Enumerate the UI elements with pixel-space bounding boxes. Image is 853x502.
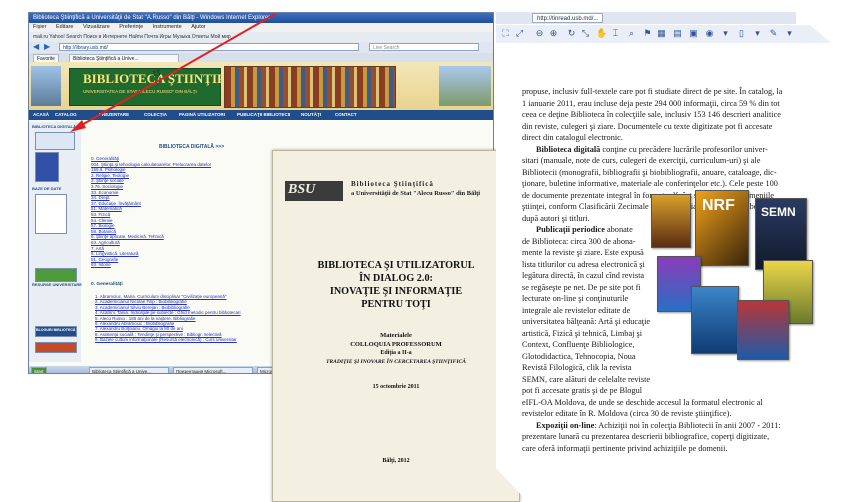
cover-city: Bălţi, 2012 — [382, 458, 410, 464]
pdf-text-line: Glotodidactica, Tehnocopia, Noua — [522, 351, 636, 361]
cover-institution: Biblioteca Ştiinţifică — [351, 180, 434, 188]
pdf-text-line: ceea ce deţine Biblioteca în colecţiile … — [522, 110, 781, 119]
dropdown-icon[interactable]: ▾ — [720, 28, 731, 39]
pdf-paragraph-digital-text: conţine cu precădere lucrările profesori… — [600, 144, 768, 154]
journal-cover — [691, 286, 739, 354]
crop-icon[interactable]: ⛶ — [500, 28, 511, 39]
fit-icon[interactable]: ⤡ — [580, 28, 591, 39]
pdf-text-line: eIFL-OA Moldova, de unde se deschide acc… — [522, 397, 763, 407]
pdf-text-line: mente la reviste şi ziare. Este expusă — [522, 248, 644, 257]
cover-title-line: PENTRU TOŢI — [361, 299, 431, 310]
record-icon[interactable]: ◉ — [704, 28, 715, 39]
zoom-icon[interactable]: ▦ — [656, 28, 667, 39]
pdf-text-line: se regăseşte pe net. De pe site pot fi — [522, 282, 641, 292]
pdf-text-line: ţionare, buletine informative, materiale… — [522, 179, 778, 188]
cover-date: 15 octombrie 2011 — [372, 384, 420, 390]
zoom-in-icon[interactable]: ⊕ — [548, 28, 559, 39]
cover-colloquium: COLLOQUIA PROFESSORUM — [350, 341, 442, 348]
search-icon[interactable]: ⌕ — [626, 28, 637, 39]
pdf-text-line: propuse, inclusiv full-textele care pot … — [522, 87, 783, 96]
pdf-text-line: de Biblioteca: circa 300 de abona- — [522, 236, 636, 246]
pdf-paragraph-exhibitions: Expoziţii on-line: Achiziţii noi în cole… — [536, 420, 781, 431]
pdf-text-line: integrale ale revistelor editate de — [522, 305, 631, 315]
book-cover: BSU Biblioteca Ştiinţifică a Universităţ… — [272, 150, 520, 502]
cover-edition: Ediţia a II-a — [380, 350, 412, 356]
page-number: 15 — [152, 68, 161, 78]
cover-materials: Materialele — [380, 332, 412, 339]
pdf-paragraph-periodicals: Publicaţii periodice abonate — [536, 224, 633, 235]
journal-title: NRF — [702, 197, 735, 214]
text-select-icon[interactable]: ⌶ — [610, 28, 621, 39]
pdf-text-line: revistelor editate în R. Moldova (circa … — [522, 409, 732, 418]
cover-section: TRADIŢIE ŞI INOVARE ÎN CERCETAREA ŞTIINŢ… — [326, 359, 466, 365]
select-icon[interactable]: ⤢ — [514, 28, 525, 39]
bookmark-icon[interactable]: ⚑ — [642, 28, 653, 39]
pdf-paragraph-digital: Biblioteca digitală conţine cu precădere… — [536, 144, 768, 155]
pdf-tab[interactable]: http://tinread.usb.md/... — [532, 13, 604, 23]
rotate-icon[interactable]: ↻ — [566, 28, 577, 39]
pdf-text-line: legătura directă, în cazul cînd revista — [522, 271, 645, 280]
pdf-text-line: direct din catalogul electronic. — [522, 133, 623, 142]
cover-institution: a Universităţii de Stat "Alecu Russo" di… — [351, 190, 481, 197]
journal-cover-nrf: NRF — [695, 190, 749, 266]
journal-cover — [737, 300, 789, 360]
cover-title: BIBLIOTECA ŞI UTILIZATORUL ÎN DIALOG 2.0… — [293, 259, 499, 311]
pdf-text-line: Revistă Filologică, clik la revista — [522, 363, 632, 372]
pdf-paragraph-periodicals-heading: Publicaţii periodice — [536, 225, 605, 234]
journal-title: SEMN — [761, 205, 796, 219]
page-icon[interactable]: ▯ — [736, 28, 747, 39]
pdf-text-line: Bibliotecii (monografii, bibliografii şi… — [522, 167, 777, 177]
pdf-text-line: lista titlurilor cu adresa electronică ş… — [522, 259, 645, 269]
cover-logo-text: BSU — [288, 182, 316, 197]
pdf-text-line: pot fi accesate gratis şi de pe Blogul — [522, 386, 643, 395]
journal-covers-collage: NRF SEMN — [651, 190, 829, 360]
cover-title-line: BIBLIOTECA ŞI UTILIZATORUL — [317, 260, 475, 271]
pdf-paragraph-exhibitions-text: : Achiziţii noi în colecţia Bibliotecii … — [594, 420, 781, 430]
pdf-text-line: SEMN, care alături de celelalte reviste — [522, 374, 651, 384]
dropdown-icon[interactable]: ▾ — [752, 28, 763, 39]
pdf-text-line: Context, Confluenţe Bibliologice, — [522, 340, 635, 349]
pdf-text-line: 1 ianuarie 2011, erau incluse deja peste… — [522, 98, 780, 108]
cover-title-line: INOVAŢIE ŞI INFORMAŢIE — [329, 286, 463, 297]
pdf-text-line: universitatea bălţeană: Artă şi educaţie — [522, 317, 651, 326]
pdf-text-line: după autori şi titluri. — [522, 213, 590, 223]
journal-cover — [651, 194, 691, 248]
dropdown-icon[interactable]: ▾ — [784, 28, 795, 39]
grid-icon[interactable]: ▤ — [672, 28, 683, 39]
pdf-text-line: lecturate on-line şi conţinuturile — [522, 294, 629, 303]
pdf-text-line: artistică, Fizică şi tehnică, Limbaj şi — [522, 328, 643, 338]
pen-icon[interactable]: ✎ — [768, 28, 779, 39]
image-icon[interactable]: ▣ — [688, 28, 699, 39]
zoom-out-icon[interactable]: ⊖ — [534, 28, 545, 39]
hand-icon[interactable]: ✋ — [596, 28, 607, 39]
cover-title-line: ÎN DIALOG 2.0: — [359, 273, 433, 284]
pdf-text-line: care oferă informaţii pertinente privind… — [522, 443, 728, 453]
pdf-paragraph-exhibitions-heading: Expoziţii on-line — [536, 420, 595, 430]
pdf-text-line: prezentare lunară cu prezentarea descrie… — [522, 432, 770, 441]
pdf-paragraph-periodicals-text: abonate — [604, 225, 633, 234]
pdf-text-line: sitari (manuale, note de curs, culegeri … — [522, 156, 761, 165]
pdf-text-line: din reviste, culegeri şi ziare. Document… — [522, 121, 773, 131]
pdf-paragraph-digital-heading: Biblioteca digitală — [536, 144, 601, 154]
